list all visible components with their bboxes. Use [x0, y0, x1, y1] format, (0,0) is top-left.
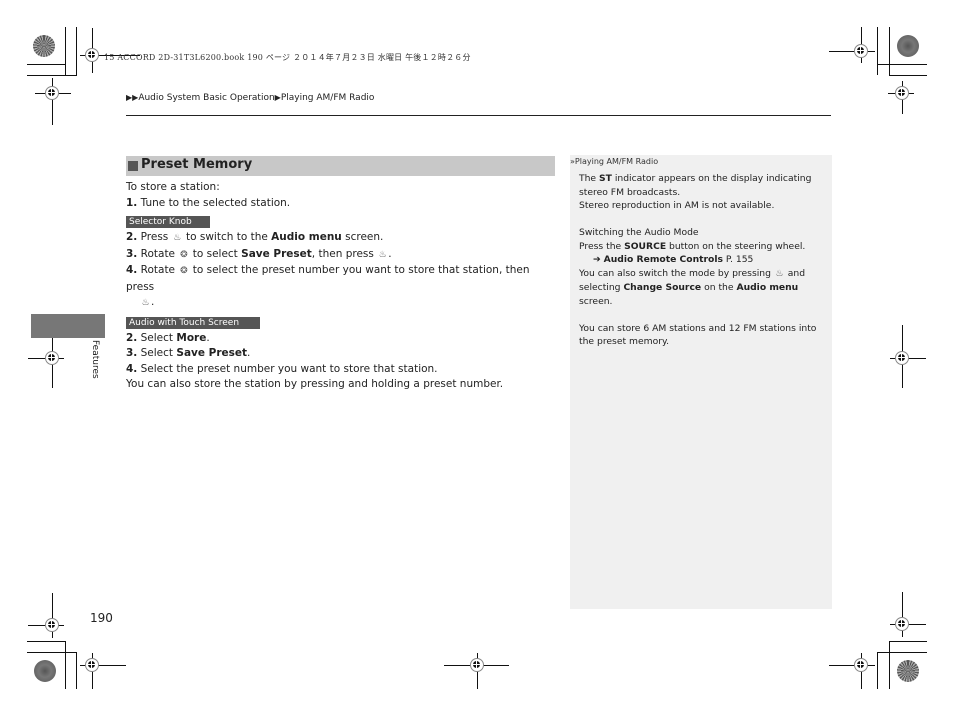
header-rule: [126, 115, 831, 116]
rotate-knob-icon: ❂: [180, 249, 188, 260]
sidebar-body: The ST indicator appears on the display …: [579, 172, 827, 349]
rotate-knob-icon: ❂: [180, 266, 188, 276]
touch-note: You can also store the station by pressi…: [126, 378, 504, 390]
touch-step-4: 4. Select the preset number you want to …: [126, 362, 438, 375]
touch-step-2: 2. Select More.: [126, 331, 210, 344]
crop-line: [889, 641, 927, 642]
intro-text: To store a station:: [126, 181, 220, 193]
sidebar-heading: »Playing AM/FM Radio: [570, 157, 659, 166]
crop-line: [889, 75, 927, 76]
crop-line: [889, 27, 890, 75]
crop-line: [27, 652, 77, 653]
sidebar-st-note: The ST indicator appears on the display …: [579, 173, 812, 198]
press-knob-icon: ♨: [775, 268, 784, 279]
press-knob-icon: ♨: [141, 298, 150, 308]
touch-step-3: 3. Select Save Preset.: [126, 347, 251, 359]
crop-line: [889, 641, 890, 689]
registration-disc-bottom-right: [897, 660, 919, 682]
main-content: To store a station: 1. Tune to the selec…: [126, 180, 556, 393]
selector-knob-tag: Selector Knob: [126, 216, 210, 228]
step-1: 1. Tune to the selected station.: [126, 196, 291, 209]
registration-disc-top-right: [897, 35, 919, 57]
section-square-icon: [128, 161, 138, 171]
crop-line: [27, 64, 66, 65]
features-tab: [31, 314, 105, 338]
knob-step-2: 2. Press ♨ to switch to the Audio menu s…: [126, 230, 556, 247]
crop-line: [27, 641, 66, 642]
print-header-meta: 15 ACCORD 2D-31T3L6200.book 190 ページ ２０１４…: [104, 53, 471, 62]
features-tab-label: Features: [90, 340, 100, 379]
breadcrumb-item[interactable]: Playing AM/FM Radio: [281, 93, 375, 103]
sidebar-subheading: Switching the Audio Mode: [579, 227, 699, 238]
crop-line: [76, 27, 77, 75]
crop-line: [877, 652, 878, 689]
knob-step-4: 4. Rotate ❂ to select the preset number …: [126, 263, 556, 312]
breadcrumb-item[interactable]: Audio System Basic Operation: [138, 93, 274, 103]
page-number: 190: [90, 611, 113, 625]
breadcrumb: ▶▶Audio System Basic Operation▶Playing A…: [126, 93, 374, 103]
arrow-right-icon: ➔: [593, 254, 601, 265]
crop-line: [65, 641, 66, 689]
crop-line: [877, 27, 878, 75]
section-heading: Preset Memory: [126, 156, 555, 176]
sidebar-notes: »Playing AM/FM Radio The ST indicator ap…: [570, 155, 832, 609]
press-knob-icon: ♨: [173, 233, 182, 243]
knob-step-3: 3. Rotate ❂ to select Save Preset, then …: [126, 247, 556, 264]
registration-disc-bottom-left: [34, 660, 56, 682]
crop-line: [76, 652, 77, 689]
sidebar-reference-link[interactable]: ➔ Audio Remote Controls P. 155: [579, 253, 827, 267]
sidebar-source-note: Press the SOURCE button on the steering …: [579, 240, 806, 252]
crop-line: [877, 652, 927, 653]
touch-screen-tag: Audio with Touch Screen: [126, 316, 260, 329]
sidebar-preset-capacity-note: You can store 6 AM stations and 12 FM st…: [579, 322, 817, 348]
registration-disc-top-left: [33, 35, 55, 57]
breadcrumb-arrow-icon: ▶▶: [126, 93, 139, 102]
press-knob-icon: ♨: [378, 249, 387, 260]
section-title: Preset Memory: [141, 157, 253, 172]
sidebar-am-note: Stereo reproduction in AM is not availab…: [579, 200, 775, 211]
crop-line: [65, 27, 66, 75]
sidebar-change-source-note: You can also switch the mode by pressing…: [579, 267, 806, 307]
crop-line: [877, 64, 927, 65]
crop-line: [27, 75, 77, 76]
